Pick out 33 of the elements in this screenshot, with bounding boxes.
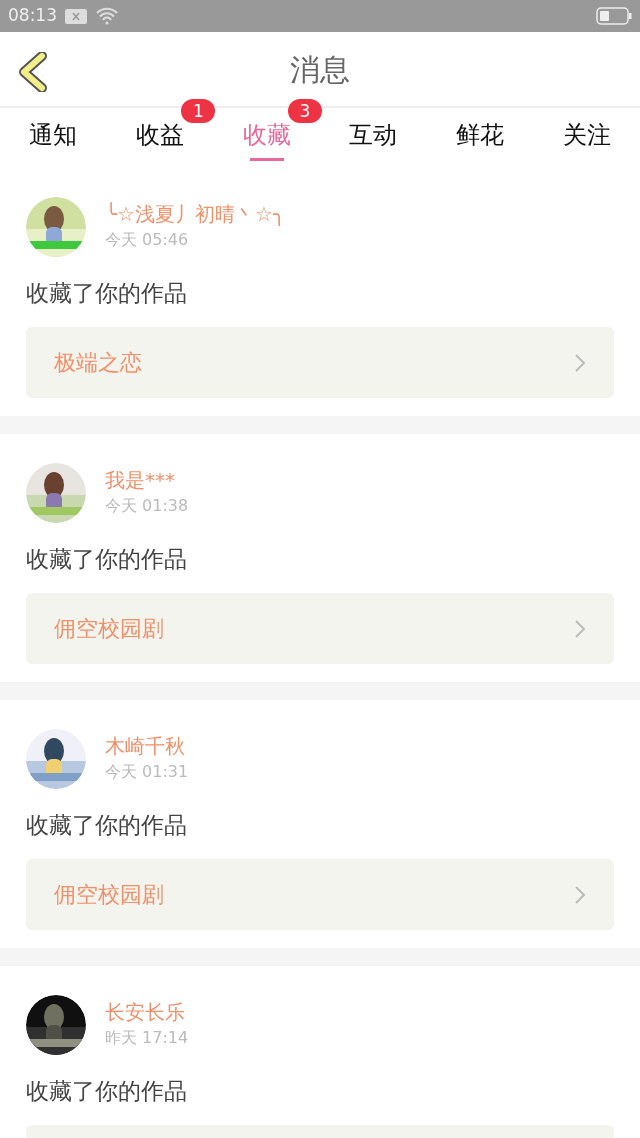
back-button[interactable] [16,52,48,92]
chevron-right-icon [574,352,586,373]
mail-icon [65,8,87,24]
tab[interactable]: 鲜花 [456,120,504,150]
tab[interactable]: 互动 [349,120,398,150]
wifi-icon [95,7,119,25]
tab[interactable]: 收藏 [242,120,291,150]
chevron-right-icon [574,884,586,905]
tab[interactable]: 收益 [136,120,184,150]
chevron-right-icon [574,618,586,639]
message-time: 昨天 17:14 [105,1027,189,1049]
user-name[interactable]: 木崎千秋 [105,732,189,760]
count-badge: 1 [181,99,216,123]
page-title: 消息 [290,50,350,89]
battery-icon [596,7,632,25]
back-icon [16,52,48,92]
work-link[interactable]: 佣空校园剧 [26,593,614,664]
work-link[interactable]: 极端之恋 [26,327,614,398]
message-time: 今天 05:46 [105,229,190,251]
user-name[interactable]: ╰☆浅夏丿初晴丶☆╮ [105,200,285,228]
work-link[interactable]: 佣空校园剧 [26,859,614,930]
count-badge: 3 [288,99,322,123]
message-time: 今天 01:31 [105,761,189,783]
tab[interactable]: 通知 [29,120,78,150]
message-text: 收藏了你的作品 [26,811,188,840]
message-text: 收藏了你的作品 [26,545,188,574]
message-text: 收藏了你的作品 [26,279,188,308]
user-name[interactable]: 我是*** [105,466,189,494]
message-time: 今天 01:38 [105,495,189,517]
message-text: 收藏了你的作品 [26,1077,188,1106]
tab[interactable]: 关注 [562,120,611,150]
status-time: 08:13 [8,4,57,28]
user-name[interactable]: 长安长乐 [105,998,189,1026]
